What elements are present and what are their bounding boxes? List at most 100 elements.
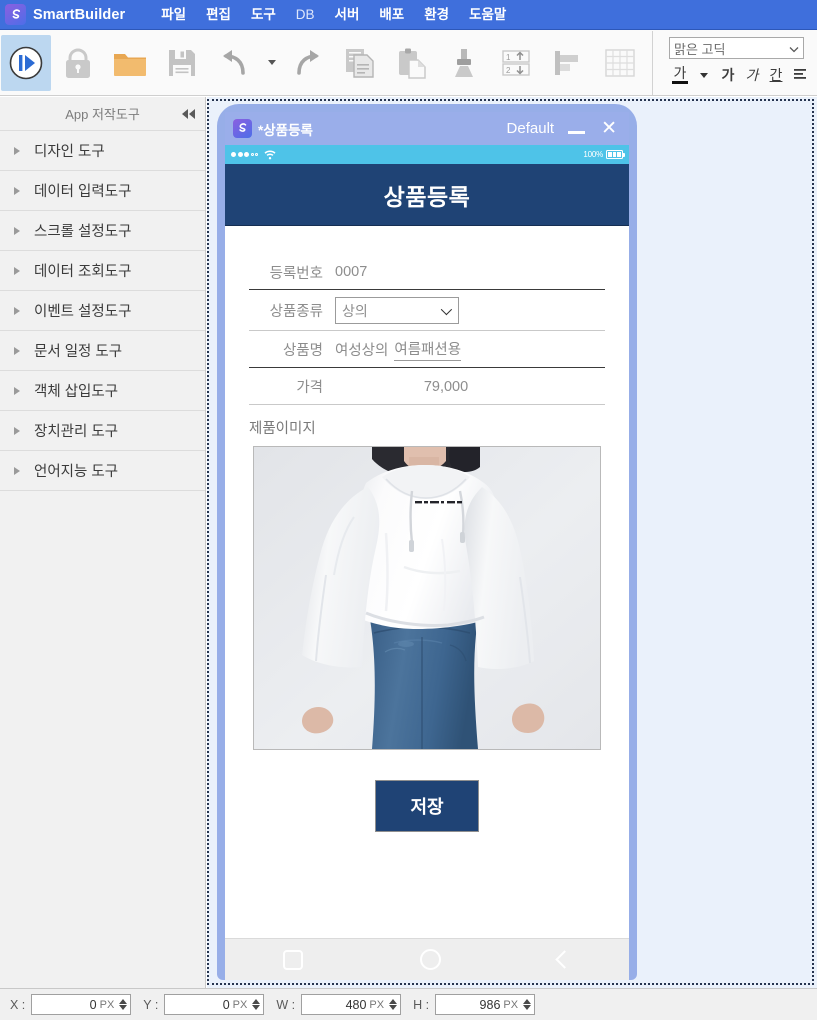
reorder-updown-icon[interactable]: 1 2	[491, 35, 541, 91]
field-registration-number[interactable]: 등록번호 0007	[249, 254, 605, 290]
sidebar-item-design-tools[interactable]: 디자인 도구	[0, 131, 205, 171]
sidebar: App 저작도구 디자인 도구 데이터 입력도구 스크롤 설정도구 데이터 조회…	[0, 97, 206, 988]
height-field: H : 986 PX	[413, 994, 536, 1015]
field-value-plain: 여성상의	[335, 343, 389, 359]
sidebar-item-label: 데이터 조회도구	[34, 264, 132, 280]
y-position-stepper[interactable]: 0 PX	[164, 994, 265, 1015]
stepper-updown-icon[interactable]	[389, 999, 398, 1010]
field-product-category[interactable]: 상품종류 상의	[249, 290, 605, 331]
menu-environment[interactable]: 환경	[414, 0, 459, 30]
svg-text:2: 2	[506, 66, 511, 75]
redo-arrow-icon[interactable]	[283, 35, 333, 91]
font-color-caret-icon[interactable]	[693, 63, 715, 87]
sidebar-header: App 저작도구	[0, 97, 205, 131]
minimize-icon[interactable]	[568, 131, 586, 134]
font-toolbar-group: 맑은 고딕 가 가 가 간	[659, 37, 811, 88]
format-brush-icon[interactable]	[439, 35, 489, 91]
x-position-field: X : 0 PX	[10, 994, 132, 1015]
field-price[interactable]: 가격 79,000	[249, 368, 605, 405]
toolbar: 1 2 맑은 고딕 가 가 가 간	[0, 30, 817, 96]
menu-help[interactable]: 도움말	[459, 0, 516, 30]
stepper-updown-icon[interactable]	[252, 999, 261, 1010]
menu-edit[interactable]: 편집	[196, 0, 241, 30]
copy-icon[interactable]	[335, 35, 385, 91]
align-icon[interactable]	[789, 63, 811, 87]
menu-file[interactable]: 파일	[151, 0, 196, 30]
sidebar-item-event-setting-tools[interactable]: 이벤트 설정도구	[0, 291, 205, 331]
circle-home-icon[interactable]	[419, 949, 441, 970]
undo-arrow-icon[interactable]	[209, 35, 259, 91]
sidebar-item-language-intelligence-tools[interactable]: 언어지능 도구	[0, 451, 205, 491]
chevron-down-icon	[789, 41, 799, 56]
sidebar-item-scroll-setting-tools[interactable]: 스크롤 설정도구	[0, 211, 205, 251]
height-stepper[interactable]: 986 PX	[435, 994, 536, 1015]
field-label: 상품명	[282, 343, 323, 359]
chevron-right-icon	[14, 306, 20, 315]
font-color-swatch	[672, 80, 688, 84]
sidebar-item-label: 객체 삽입도구	[34, 384, 119, 400]
screen-header-title: 상품등록	[383, 183, 471, 210]
select-value: 상의	[342, 302, 368, 319]
x-position-stepper[interactable]: 0 PX	[31, 994, 132, 1015]
bold-icon[interactable]: 가	[717, 63, 739, 87]
field-product-name[interactable]: 상품명 여성상의 여름패션용	[249, 331, 605, 368]
sidebar-header-title: App 저작도구	[65, 107, 140, 122]
phone-status-bar: 100%	[225, 145, 629, 164]
save-button-container: 저장	[249, 780, 605, 832]
menu-bar: SmartBuilder 파일 편집 도구 DB 서버 배포 환경 도움말	[0, 0, 817, 30]
stepper-updown-icon[interactable]	[119, 999, 128, 1010]
square-recents-icon[interactable]	[283, 949, 304, 970]
run-play-icon[interactable]	[1, 34, 51, 91]
sidebar-item-label: 장치관리 도구	[34, 424, 119, 440]
device-preview-frame[interactable]: *상품등록 Default ✕ 100% 상품등록 등록번호 0007 상품종류…	[217, 104, 637, 980]
width-stepper[interactable]: 480 PX	[301, 994, 402, 1015]
save-button[interactable]: 저장	[375, 780, 479, 832]
align-left-icon[interactable]	[543, 35, 593, 91]
save-floppy-icon[interactable]	[157, 35, 207, 91]
y-position-value: 0	[222, 997, 230, 1012]
lock-icon[interactable]	[53, 35, 103, 91]
smartbuilder-s-logo-icon	[5, 4, 26, 25]
field-value: 0007	[335, 264, 368, 280]
y-position-label: Y :	[143, 997, 159, 1012]
android-nav-bar	[225, 938, 629, 980]
font-color-icon[interactable]: 가	[669, 63, 691, 87]
grid-table-icon[interactable]	[595, 35, 645, 91]
chevron-right-icon	[14, 266, 20, 275]
close-icon[interactable]: ✕	[601, 119, 617, 138]
field-value-marked: 여름패션용	[394, 338, 462, 361]
menu-server[interactable]: 서버	[325, 0, 370, 30]
collapse-left-double-arrow-icon[interactable]	[182, 108, 195, 119]
chevron-right-icon	[14, 386, 20, 395]
width-unit: PX	[369, 998, 385, 1011]
width-value: 480	[345, 997, 367, 1012]
design-canvas[interactable]: *상품등록 Default ✕ 100% 상품등록 등록번호 0007 상품종류…	[207, 97, 817, 988]
paste-icon[interactable]	[387, 35, 437, 91]
field-value: 79,000	[423, 378, 469, 395]
font-family-select[interactable]: 맑은 고딕	[669, 37, 804, 59]
field-label: 가격	[296, 380, 323, 396]
sidebar-item-object-insert-tools[interactable]: 객체 삽입도구	[0, 371, 205, 411]
menu-deploy[interactable]: 배포	[369, 0, 414, 30]
toolbar-divider	[652, 30, 653, 95]
chevron-right-icon	[14, 146, 20, 155]
chevron-right-icon	[14, 346, 20, 355]
menu-tools[interactable]: 도구	[241, 0, 286, 30]
sidebar-item-data-input-tools[interactable]: 데이터 입력도구	[0, 171, 205, 211]
stepper-updown-icon[interactable]	[523, 999, 532, 1010]
sidebar-item-data-query-tools[interactable]: 데이터 조회도구	[0, 251, 205, 291]
menu-db[interactable]: DB	[286, 0, 325, 30]
app-window-titlebar: *상품등록 Default ✕	[225, 112, 629, 145]
sidebar-item-document-schedule-tools[interactable]: 문서 일정 도구	[0, 331, 205, 371]
undo-dropdown-caret-icon[interactable]	[261, 35, 281, 91]
open-folder-icon[interactable]	[105, 35, 155, 91]
product-category-select[interactable]: 상의	[335, 297, 459, 324]
product-image[interactable]	[253, 446, 601, 750]
underline-icon[interactable]: 간	[765, 63, 787, 87]
chevron-left-back-icon[interactable]	[554, 950, 574, 969]
sidebar-item-label: 이벤트 설정도구	[34, 304, 132, 320]
field-underline	[249, 404, 605, 405]
sidebar-item-device-management-tools[interactable]: 장치관리 도구	[0, 411, 205, 451]
italic-icon[interactable]: 가	[741, 63, 763, 87]
wifi-icon	[264, 150, 276, 160]
